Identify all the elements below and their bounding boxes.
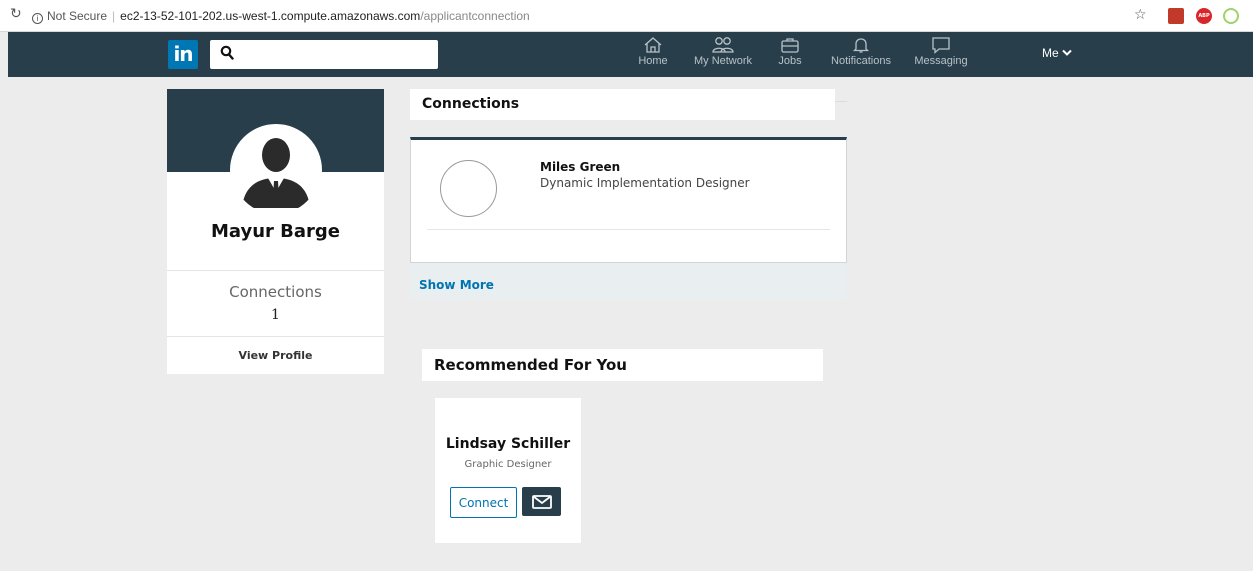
view-profile-link[interactable]: View Profile [167, 349, 384, 362]
top-navbar: in Home My Network Jobs Notifications Me… [8, 32, 1253, 77]
connections-count: 1 [271, 307, 280, 323]
url-path: /applicantconnection [420, 9, 530, 23]
recommendation-name[interactable]: Lindsay Schiller [435, 436, 581, 452]
profile-card: Mayur Barge Connections 1 View Profile [167, 89, 384, 374]
nav-my-network[interactable]: My Network [692, 36, 754, 74]
nav-home-label: Home [638, 55, 668, 67]
connection-avatar[interactable] [440, 160, 497, 217]
reload-icon[interactable]: ↻ [10, 6, 22, 22]
search-input[interactable] [240, 44, 430, 65]
adblock-icon[interactable]: ABP [1196, 8, 1212, 24]
nav-home[interactable]: Home [633, 36, 673, 74]
envelope-icon [531, 494, 552, 509]
user-silhouette-icon [242, 138, 310, 208]
message-button[interactable] [522, 487, 561, 516]
chat-icon [932, 37, 950, 54]
avatar[interactable] [230, 124, 322, 216]
nav-me-menu[interactable]: Me [1042, 46, 1072, 60]
nav-jobs[interactable]: Jobs [775, 36, 805, 74]
logo[interactable]: in [168, 40, 198, 69]
nav-messaging[interactable]: Messaging [912, 36, 970, 74]
connections-list: Miles Green Dynamic Implementation Desig… [410, 137, 847, 263]
search-icon [220, 45, 234, 60]
connect-button[interactable]: Connect [450, 487, 517, 518]
home-icon [644, 37, 662, 53]
nav-messaging-label: Messaging [914, 55, 968, 67]
profile-divider [167, 270, 384, 271]
show-more-button[interactable]: Show More [410, 263, 847, 300]
recommendation-card: Lindsay Schiller Graphic Designer Connec… [435, 398, 581, 543]
recommended-title: Recommended For You [422, 349, 823, 381]
connection-title: Dynamic Implementation Designer [540, 176, 750, 190]
extension-circle-icon[interactable] [1223, 8, 1239, 24]
address-bar[interactable]: i Not Secure | ec2-13-52-101-202.us-west-1.… [32, 6, 1142, 26]
recommendation-title: Graphic Designer [464, 459, 552, 470]
url-host: ec2-13-52-101-202.us-west-1.compute.amaz… [120, 9, 421, 23]
nav-my-network-label: My Network [693, 55, 753, 67]
nav-jobs-label: Jobs [778, 55, 802, 67]
browser-toolbar: ↻ i Not Secure | ec2-13-52-101-202.us-west-… [0, 0, 1253, 32]
extension-icon[interactable] [1168, 8, 1184, 24]
chevron-down-icon [1062, 49, 1072, 56]
network-icon [712, 37, 734, 53]
connection-name[interactable]: Miles Green [540, 160, 620, 174]
nav-notifications[interactable]: Notifications [826, 36, 896, 74]
list-divider [427, 229, 830, 230]
header-divider [835, 101, 847, 102]
profile-divider [167, 336, 384, 337]
nav-notifications-label: Notifications [831, 55, 891, 67]
search-box[interactable] [210, 40, 438, 69]
profile-name: Mayur Barge [210, 221, 341, 242]
connections-title: Connections [410, 89, 835, 120]
bell-icon [852, 38, 870, 53]
connections-label: Connections [229, 283, 322, 301]
info-icon[interactable]: i [32, 13, 43, 24]
bookmark-star-icon[interactable]: ☆ [1134, 7, 1147, 23]
address-separator: | [112, 9, 116, 23]
nav-me-label: Me [1042, 46, 1059, 60]
briefcase-icon [781, 38, 799, 53]
security-label: Not Secure [47, 9, 108, 23]
